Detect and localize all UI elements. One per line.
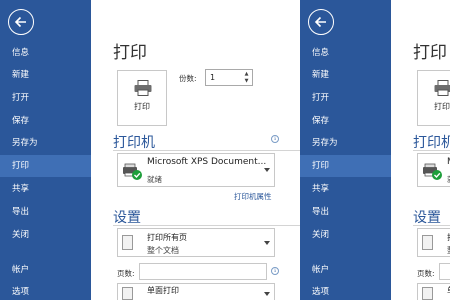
sidebar-item-export[interactable]: 导出	[300, 201, 391, 223]
print-range-select[interactable]: 打印所有页 整个文档	[417, 228, 450, 257]
sidebar-item-options[interactable]: 选项	[300, 281, 391, 300]
settings-section-title: 设置	[413, 210, 441, 226]
print-range-sub: 整个文档	[147, 246, 179, 255]
sidebar-item-share[interactable]: 共享	[300, 178, 391, 200]
divider	[113, 150, 300, 151]
document-icon	[122, 287, 133, 300]
sidebar-item-open[interactable]: 打开	[300, 87, 391, 109]
page-title: 打印	[113, 43, 147, 63]
copies-value: 1	[210, 73, 216, 82]
document-icon	[422, 235, 433, 250]
document-icon	[422, 287, 433, 300]
info-icon[interactable]: i	[271, 135, 279, 143]
print-range-select[interactable]: 打印所有页 整个文档	[117, 228, 275, 257]
sidebar-item-save-as[interactable]: 另存为	[0, 132, 91, 154]
printer-section-title: 打印机	[413, 135, 450, 151]
divider	[413, 150, 450, 151]
backstage-view-left: 信息 新建 打开 保存 另存为 打印 共享 导出 关闭 帐户 选项 打印 打印 …	[0, 0, 300, 300]
sidebar-item-info[interactable]: 信息	[0, 42, 91, 64]
chevron-down-icon	[264, 168, 270, 172]
printer-properties-link[interactable]: 打印机属性	[234, 191, 272, 202]
printer-select[interactable]: Microsoft XPS Document... 就绪	[417, 153, 450, 187]
sidebar-item-share[interactable]: 共享	[0, 178, 91, 200]
print-button[interactable]: 打印	[417, 70, 450, 126]
sidebar-item-save-as[interactable]: 另存为	[300, 132, 391, 154]
sided-select[interactable]: 单面打印	[117, 283, 275, 300]
copies-label: 份数:	[179, 74, 197, 83]
printer-status: 就绪	[147, 175, 162, 184]
sidebar-item-options[interactable]: 选项	[0, 281, 91, 300]
divider	[413, 225, 450, 226]
printer-icon	[434, 80, 450, 96]
back-arrow-icon	[314, 16, 326, 28]
document-icon	[122, 235, 133, 250]
print-range-main: 打印所有页	[147, 233, 187, 242]
divider	[113, 225, 300, 226]
sidebar-item-info[interactable]: 信息	[300, 42, 391, 64]
copies-stepper[interactable]: 1 ▲ ▼	[205, 69, 253, 86]
screenshot-stage: 信息 新建 打开 保存 另存为 打印 共享 导出 关闭 帐户 选项 打印 打印 …	[0, 0, 450, 300]
backstage-view-right: 信息 新建 打开 保存 另存为 打印 共享 导出 关闭 帐户 选项 打印 打印 …	[300, 0, 450, 300]
info-icon[interactable]: i	[271, 267, 279, 275]
back-button[interactable]	[8, 9, 34, 35]
printer-icon	[134, 80, 152, 96]
printer-section-title: 打印机	[113, 135, 155, 151]
print-button-label: 打印	[134, 102, 150, 111]
sidebar-item-close[interactable]: 关闭	[0, 224, 91, 246]
pages-label: 页数:	[117, 269, 135, 278]
sidebar-item-new[interactable]: 新建	[0, 64, 91, 86]
page-title: 打印	[413, 43, 447, 63]
printer-name: Microsoft XPS Document...	[147, 157, 267, 167]
print-pane: 打印 打印 份数: 1 ▲▼ 打印机 i	[391, 0, 450, 300]
backstage-sidebar: 信息 新建 打开 保存 另存为 打印 共享 导出 关闭 帐户 选项	[0, 0, 91, 300]
copies-spinner[interactable]: ▲ ▼	[243, 71, 250, 84]
print-pane: 打印 打印 份数: 1 ▲▼ 打印机 i	[91, 0, 300, 300]
sidebar-item-print[interactable]: 打印	[300, 155, 391, 177]
back-arrow-icon	[14, 16, 26, 28]
backstage-sidebar: 信息 新建 打开 保存 另存为 打印 共享 导出 关闭 帐户 选项	[300, 0, 391, 300]
chevron-down-icon	[264, 292, 270, 296]
sidebar-item-new[interactable]: 新建	[300, 64, 391, 86]
sidebar-item-save[interactable]: 保存	[300, 110, 391, 132]
printer-select[interactable]: Microsoft XPS Document... 就绪	[117, 153, 275, 187]
printer-ready-icon	[423, 163, 442, 180]
sidebar-item-save[interactable]: 保存	[0, 110, 91, 132]
print-button[interactable]: 打印	[117, 70, 167, 126]
sidebar-item-print[interactable]: 打印	[0, 155, 91, 177]
pages-input[interactable]	[139, 263, 267, 280]
pages-label: 页数:	[417, 269, 435, 278]
sidebar-item-account[interactable]: 帐户	[300, 259, 391, 281]
sided-select[interactable]: 单面打印	[417, 283, 450, 300]
settings-section-title: 设置	[113, 210, 141, 226]
sided-option: 单面打印	[147, 286, 179, 295]
print-button-label: 打印	[434, 102, 450, 111]
printer-ready-icon	[123, 163, 142, 180]
chevron-down-icon	[264, 241, 270, 245]
back-button[interactable]	[308, 9, 334, 35]
pages-input[interactable]	[439, 263, 450, 280]
sidebar-item-open[interactable]: 打开	[0, 87, 91, 109]
sidebar-item-export[interactable]: 导出	[0, 201, 91, 223]
sidebar-item-account[interactable]: 帐户	[0, 259, 91, 281]
sidebar-item-close[interactable]: 关闭	[300, 224, 391, 246]
